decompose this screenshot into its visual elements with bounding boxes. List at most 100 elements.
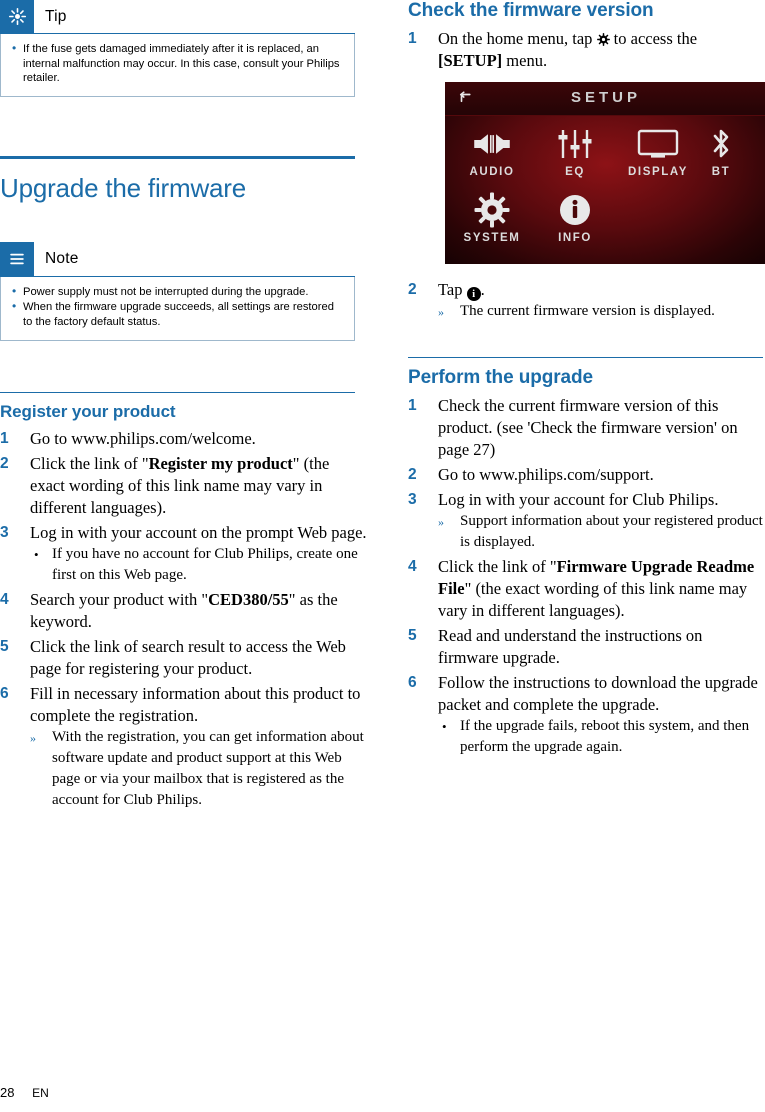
step-number: 1: [408, 30, 417, 47]
sub-step-text: Support information about your registere…: [460, 513, 763, 550]
step-item: 2 Go to www.philips.com/support.: [408, 464, 765, 486]
device-item-audio[interactable]: AUDIO: [453, 124, 531, 178]
step-number: 1: [0, 429, 9, 447]
step-item: 3 Log in with your account on the prompt …: [0, 522, 368, 586]
chapter-rule: [0, 155, 355, 159]
step-text: Follow the instructions to download the …: [438, 672, 765, 758]
step-text: Fill in necessary information about this…: [30, 683, 368, 811]
check-firmware-title: Check the firmware version: [408, 0, 654, 21]
register-section-rule: [0, 391, 355, 393]
step-item: 6 Follow the instructions to download the…: [408, 672, 765, 758]
step-number: 1: [408, 397, 417, 414]
step-text-main: Click the link of search result to acces…: [30, 636, 346, 678]
bullet-icon: •: [34, 546, 39, 562]
device-item-label: BT: [711, 166, 731, 178]
note-callout-body: Power supply must not be interrupted dur…: [0, 276, 355, 341]
step-number: 2: [0, 454, 9, 472]
tip-callout-header: Tip: [0, 0, 355, 34]
note-list-item: Power supply must not be interrupted dur…: [11, 284, 344, 300]
info-icon: [536, 190, 614, 230]
step-text-main: Fill in necessary information about this…: [30, 683, 361, 725]
step-item: 6 Fill in necessary information about thi…: [0, 683, 368, 811]
bluetooth-icon: [682, 124, 760, 164]
step-item: 1 Check the current firmware version of t…: [408, 395, 765, 461]
info-icon: i: [466, 287, 481, 301]
page-language: EN: [32, 1086, 49, 1100]
right-column: Check the firmware version 1 On the home …: [408, 0, 765, 1060]
page-number: 28: [0, 1085, 15, 1100]
device-item-label: AUDIO: [469, 166, 515, 178]
device-item-label: SYSTEM: [463, 232, 521, 244]
step-item: 4 Search your product with "CED380/55" as…: [0, 589, 368, 633]
step-text: Click the link of "Register my product" …: [30, 453, 368, 519]
step-text-main: Go to www.philips.com/support.: [438, 465, 654, 484]
step-result-item: » The current firmware version is display…: [438, 301, 765, 323]
step-text-main: Click the link of "Firmware Upgrade Read…: [438, 557, 755, 620]
perform-upgrade-rule: [408, 357, 763, 358]
step-number: 6: [0, 684, 9, 702]
left-column: Tip If the fuse gets damaged immediately…: [0, 0, 368, 1060]
device-item-label: EQ: [565, 166, 585, 178]
device-item-bt[interactable]: BT: [682, 124, 760, 178]
step-result-item: » With the registration, you can get info…: [30, 727, 368, 811]
step-text: Log in with your account on the prompt W…: [30, 522, 368, 586]
gear-icon: [453, 190, 531, 230]
tip-icon: [0, 0, 34, 34]
perform-upgrade-steps: 1 Check the current firmware version of t…: [408, 395, 765, 758]
step-text: Read and understand the instructions on …: [438, 625, 765, 669]
step-text-main: Click the link of "Register my product" …: [30, 453, 330, 517]
step-number: 4: [408, 558, 417, 575]
note-callout-title: Note: [45, 250, 79, 268]
device-screen-title: SETUP: [570, 89, 641, 106]
step-number: 3: [408, 491, 417, 508]
note-list-item: When the firmware upgrade succeeds, all …: [11, 299, 344, 329]
step-text: On the home menu, tap to access the [SET…: [438, 28, 765, 72]
register-section-title: Register your product: [0, 401, 176, 421]
note-callout: Note Power supply must not be interrupte…: [0, 242, 355, 341]
step-text-main: Go to www.philips.com/welcome.: [30, 428, 256, 448]
note-callout-header: Note: [0, 242, 355, 277]
bullet-icon: •: [442, 719, 447, 734]
device-item-info[interactable]: INFO: [536, 190, 614, 244]
tip-list-item: If the fuse gets damaged immediately aft…: [11, 41, 344, 86]
device-icon-grid: AUDIO EQ DISPLAY BT SYSTEM INFO: [445, 116, 765, 264]
tip-callout: Tip If the fuse gets damaged immediately…: [0, 0, 355, 97]
perform-upgrade-title: Perform the upgrade: [408, 367, 593, 388]
step-text: Check the current firmware version of th…: [438, 395, 765, 461]
step-item: 4 Click the link of "Firmware Upgrade Rea…: [408, 556, 765, 622]
tip-callout-body: If the fuse gets damaged immediately aft…: [0, 34, 355, 97]
step-text-main: Log in with your account on the prompt W…: [30, 522, 367, 542]
result-arrow-icon: »: [438, 305, 444, 319]
sub-step-text: If the upgrade fails, reboot this system…: [460, 718, 750, 755]
step-number: 4: [0, 590, 9, 608]
speaker-icon: [453, 124, 531, 164]
tip-callout-title: Tip: [45, 7, 67, 25]
note-icon: [0, 242, 34, 277]
step-text: Click the link of search result to acces…: [30, 636, 368, 680]
equalizer-icon: [536, 124, 614, 164]
step-number: 2: [408, 281, 417, 298]
step-text-main: Read and understand the instructions on …: [438, 626, 703, 667]
result-arrow-icon: »: [30, 730, 36, 745]
step-bullet-item: • If the upgrade fails, reboot this syste…: [438, 716, 765, 758]
device-item-label: INFO: [558, 232, 592, 244]
gear-icon: [596, 30, 610, 46]
step-number: 6: [408, 674, 417, 691]
chapter-title: Upgrade the firmware: [0, 172, 246, 203]
step-text: Search your product with "CED380/55" as …: [30, 589, 368, 633]
step-result-item: » Support information about your register…: [438, 511, 765, 553]
tap-info-steps: 2 Tap i. » The current firmware version is …: [408, 279, 765, 323]
step-item: 5 Click the link of search result to acce…: [0, 636, 368, 680]
note-list: Power supply must not be interrupted dur…: [11, 284, 344, 330]
check-firmware-steps: 1 On the home menu, tap to access the [SE…: [408, 28, 765, 72]
step-number: 2: [408, 466, 417, 483]
step-text: Go to www.philips.com/support.: [438, 464, 765, 486]
device-item-eq[interactable]: EQ: [536, 124, 614, 178]
step-number: 3: [0, 523, 9, 541]
step-text: Click the link of "Firmware Upgrade Read…: [438, 556, 765, 622]
page-footer: 28 EN: [0, 1085, 49, 1100]
step-item: 5 Read and understand the instructions on…: [408, 625, 765, 669]
tip-list: If the fuse gets damaged immediately aft…: [11, 41, 344, 86]
device-item-system[interactable]: SYSTEM: [453, 190, 531, 244]
step-text: Log in with your account for Club Philip…: [438, 489, 765, 553]
